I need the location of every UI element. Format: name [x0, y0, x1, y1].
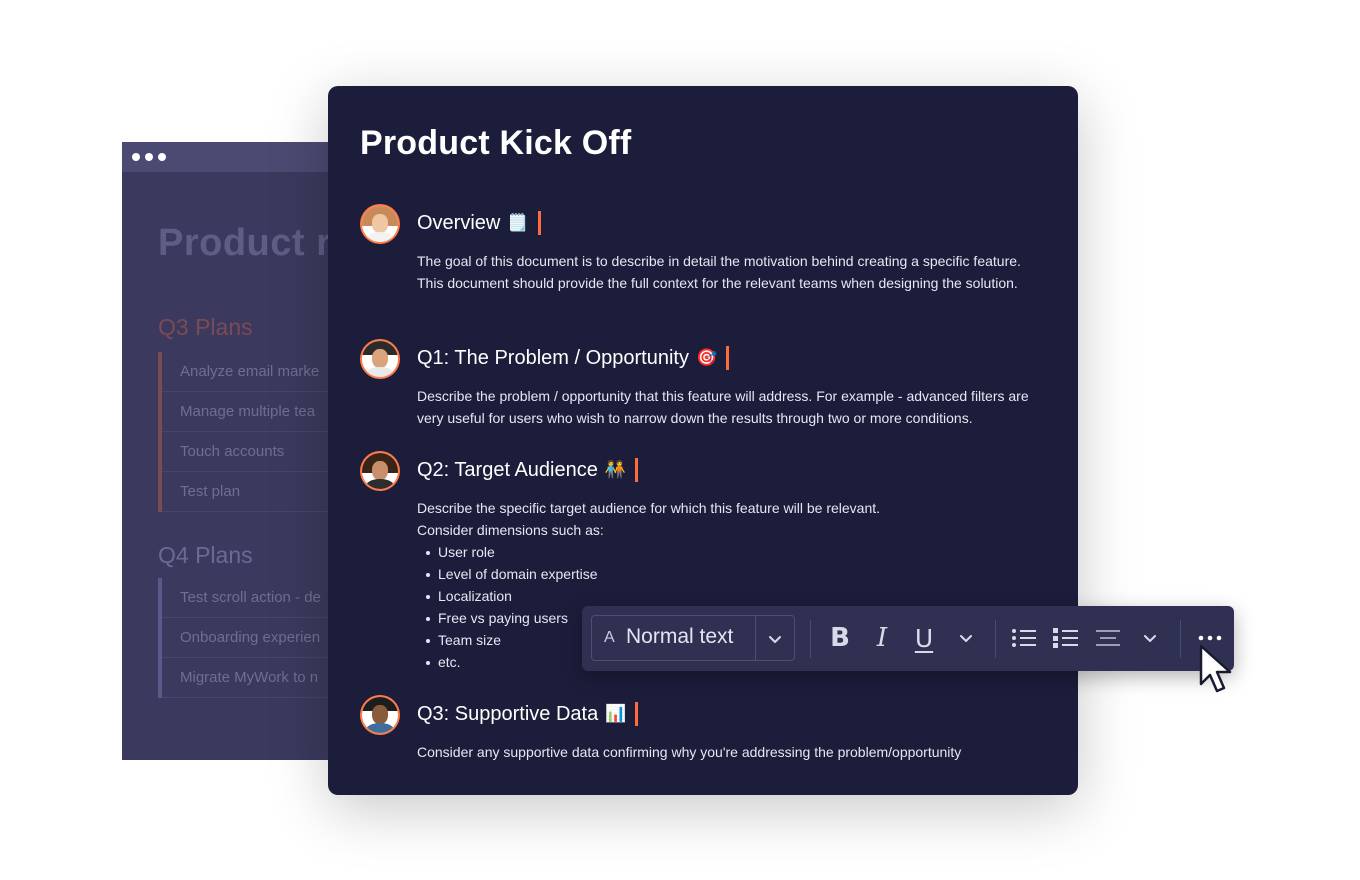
- numbered-list-icon[interactable]: [1051, 623, 1081, 653]
- section-heading[interactable]: Q1: The Problem / Opportunity 🎯: [417, 346, 730, 370]
- man-avatar[interactable]: [360, 339, 400, 379]
- text-style-dropdown[interactable]: A Normal text: [591, 615, 795, 661]
- bold-button[interactable]: B: [825, 623, 855, 653]
- section-body[interactable]: Describe the problem / opportunity that …: [417, 385, 1047, 429]
- text-cursor: [635, 458, 639, 482]
- section-heading[interactable]: Q3: Supportive Data 📊: [417, 702, 639, 726]
- section-heading-text: Q1: The Problem / Opportunity: [417, 346, 689, 369]
- section-body[interactable]: Consider any supportive data confirming …: [417, 741, 1047, 763]
- section-heading-text: Overview: [417, 211, 501, 234]
- man-avatar[interactable]: [360, 695, 400, 735]
- formatting-toolbar: A Normal text B I U: [582, 606, 1234, 671]
- italic-button[interactable]: I: [867, 623, 897, 653]
- toolbar-divider: [1180, 620, 1181, 658]
- body-line: Describe the specific target audience fo…: [417, 500, 881, 516]
- text-cursor: [537, 211, 541, 235]
- mouse-pointer-icon: [1198, 644, 1238, 701]
- section-body[interactable]: The goal of this document is to describe…: [417, 250, 1047, 294]
- section-heading[interactable]: Q2: Target Audience 🧑‍🤝‍🧑: [417, 458, 639, 482]
- chevron-down-icon[interactable]: [764, 628, 786, 650]
- toolbar-divider: [810, 620, 811, 658]
- page-title[interactable]: Product Kick Off: [360, 124, 631, 163]
- window-dot-icon[interactable]: [158, 153, 166, 161]
- toolbar-divider: [995, 620, 996, 658]
- list-item[interactable]: Localization: [417, 585, 1047, 607]
- window-dot-icon[interactable]: [145, 153, 153, 161]
- section-heading-text: Q3: Supportive Data: [417, 702, 599, 725]
- q4-plans-heading: Q4 Plans: [158, 542, 253, 568]
- target-icon: 🎯: [695, 348, 718, 367]
- q3-plans-heading: Q3 Plans: [158, 314, 253, 340]
- people-holding-hands-icon: 🧑‍🤝‍🧑: [604, 460, 627, 479]
- bar-chart-icon: 📊: [605, 704, 627, 723]
- chevron-down-icon[interactable]: [1135, 623, 1165, 653]
- section-heading-text: Q2: Target Audience: [417, 458, 598, 481]
- text-cursor: [726, 346, 730, 370]
- body-line: Consider dimensions such as:: [417, 522, 604, 538]
- text-style-icon: A: [604, 629, 615, 646]
- list-item[interactable]: User role: [417, 541, 1047, 563]
- underline-button[interactable]: U: [909, 623, 939, 653]
- section-heading[interactable]: Overview 🗒️: [417, 211, 541, 235]
- window-dot-icon[interactable]: [132, 153, 140, 161]
- align-center-icon[interactable]: [1093, 623, 1123, 653]
- bullet-list-icon[interactable]: [1009, 623, 1039, 653]
- text-style-label: Normal text: [626, 625, 734, 648]
- chevron-down-icon[interactable]: [951, 623, 981, 653]
- document-card: Product Kick Off Overview 🗒️ The goal of…: [328, 86, 1078, 795]
- dropdown-divider: [755, 616, 756, 660]
- text-cursor: [635, 702, 639, 726]
- woman-avatar[interactable]: [360, 204, 400, 244]
- notepad-icon: 🗒️: [507, 213, 529, 232]
- woman-avatar[interactable]: [360, 451, 400, 491]
- list-item[interactable]: Level of domain expertise: [417, 563, 1047, 585]
- background-doc-title: Product r: [158, 222, 332, 264]
